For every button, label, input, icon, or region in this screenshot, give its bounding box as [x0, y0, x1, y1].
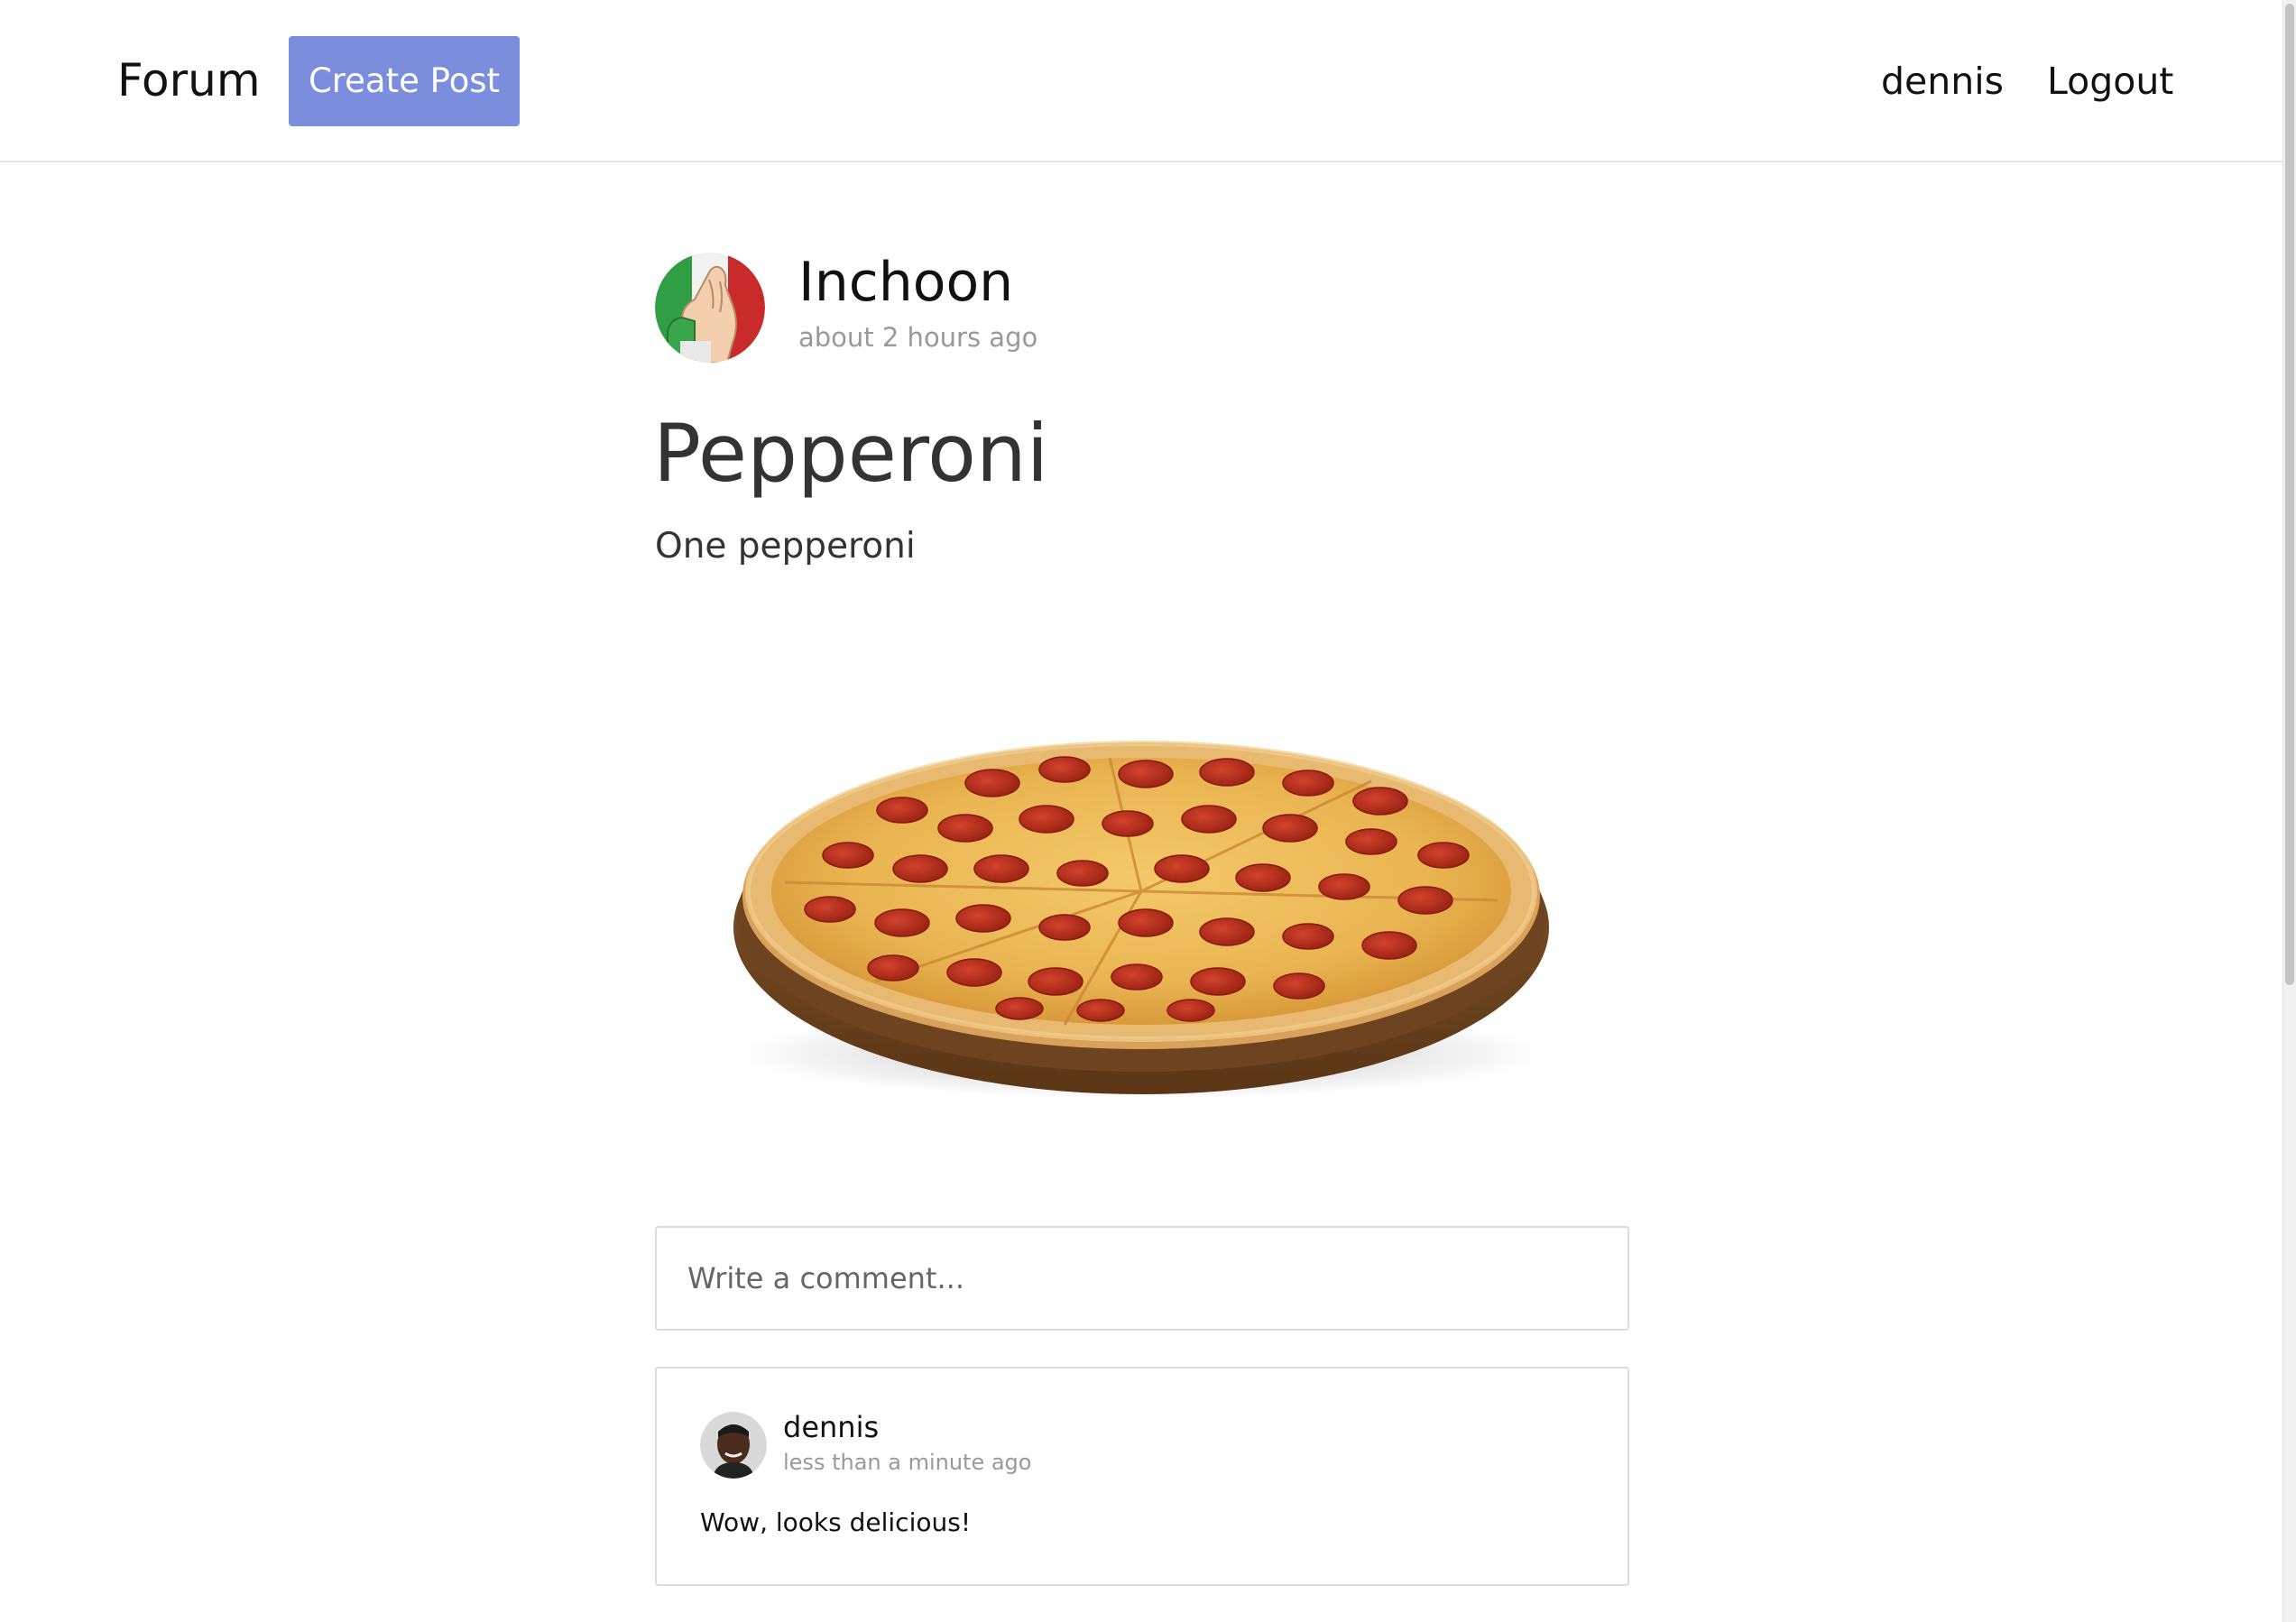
post-timestamp: about 2 hours ago [798, 322, 1038, 353]
user-photo-icon [700, 1412, 767, 1479]
pizza-image [733, 741, 1549, 1099]
comment-card: dennis less than a minute ago Wow, looks… [655, 1367, 1629, 1586]
comment-text: Wow, looks delicious! [700, 1507, 972, 1537]
post-body: One pepperoni [655, 526, 916, 567]
scrollbar-thumb[interactable] [2285, 4, 2294, 985]
post-author-name[interactable]: Inchoon [798, 250, 1013, 315]
italian-hand-avatar-icon [655, 253, 765, 363]
author-avatar [655, 253, 765, 363]
create-post-button[interactable]: Create Post [289, 36, 520, 126]
comment-timestamp: less than a minute ago [783, 1450, 1032, 1475]
logout-link[interactable]: Logout [2047, 56, 2173, 106]
top-navbar: Forum Create Post dennis Logout [0, 0, 2282, 162]
brand-link[interactable]: Forum [117, 52, 261, 108]
post-image [722, 675, 1561, 1108]
post-title: Pepperoni [653, 407, 1049, 500]
scrollbar[interactable] [2282, 0, 2296, 1622]
user-profile-link[interactable]: dennis [1881, 56, 2004, 106]
commenter-avatar [700, 1412, 767, 1479]
comment-input[interactable] [655, 1226, 1629, 1331]
comment-author-name[interactable]: dennis [783, 1408, 879, 1446]
